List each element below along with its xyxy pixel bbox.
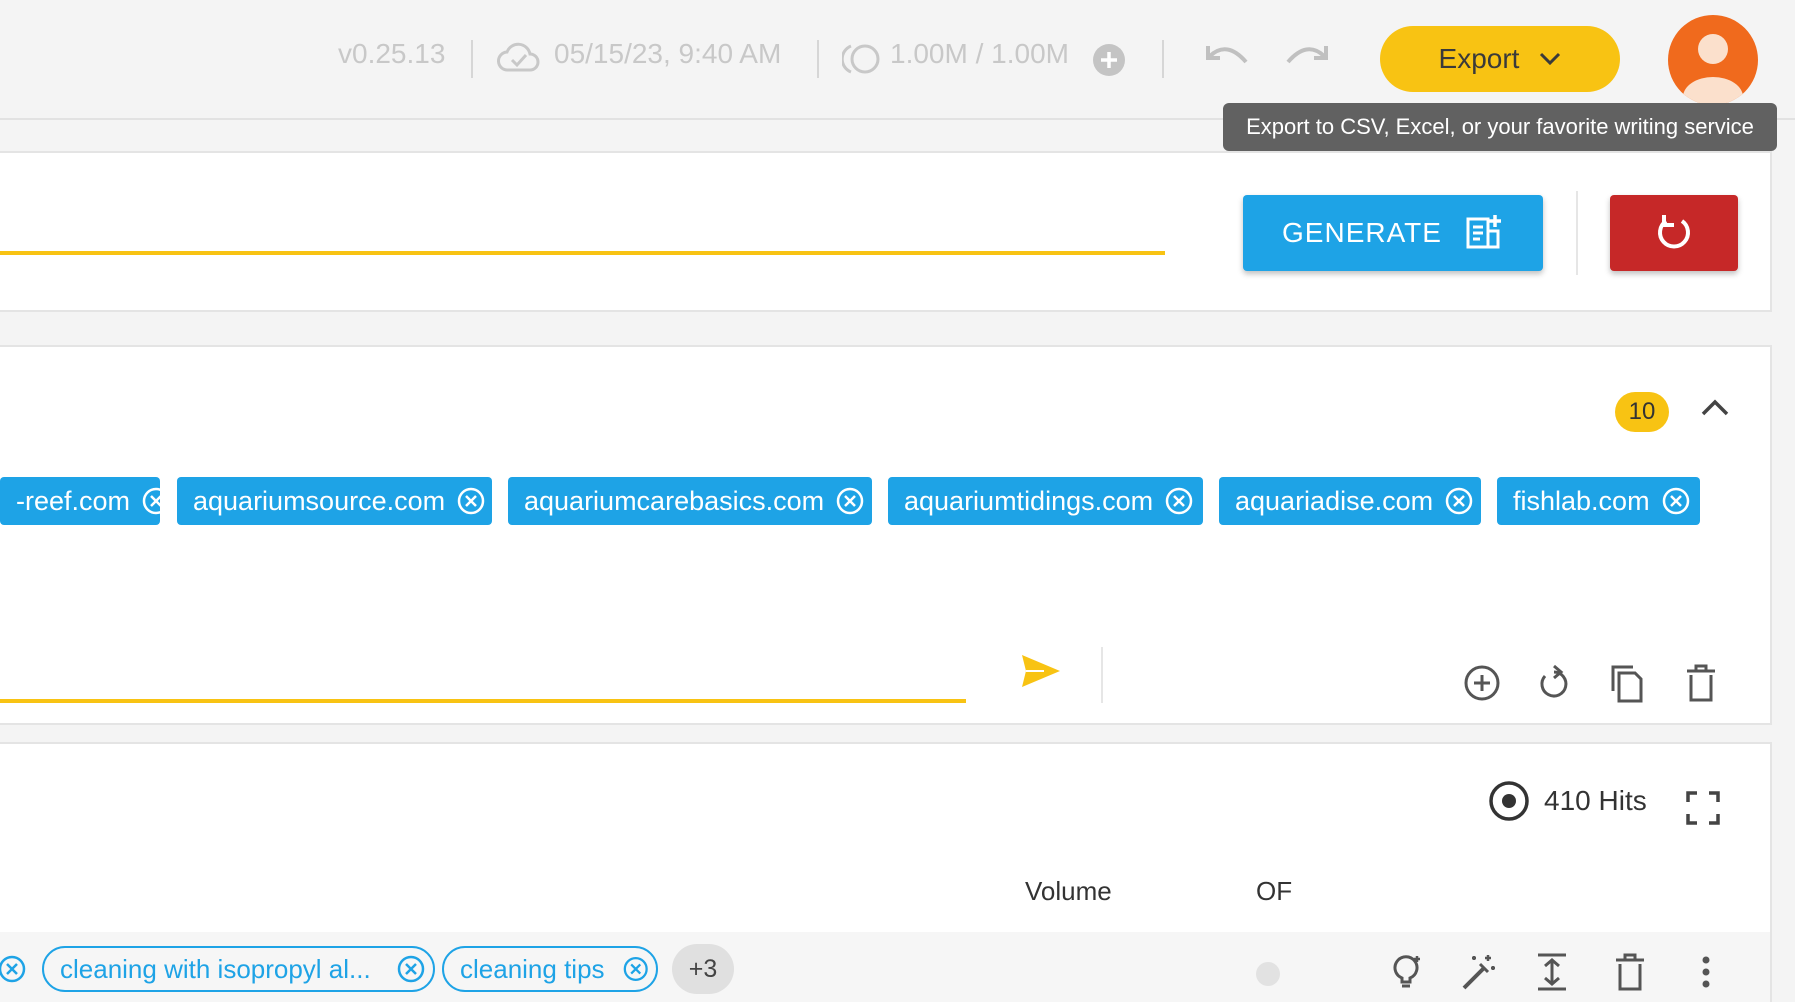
copy-icon[interactable]: [1604, 661, 1648, 705]
add-circle-icon[interactable]: [1460, 661, 1504, 705]
note-add-icon: [1464, 213, 1504, 253]
close-circle-icon[interactable]: [623, 955, 648, 983]
plus-circle-icon[interactable]: [1092, 43, 1126, 77]
reset-button[interactable]: [1610, 195, 1738, 271]
magic-wand-icon[interactable]: [1456, 950, 1500, 994]
target-icon: [1489, 781, 1529, 821]
chevron-up-icon[interactable]: [1700, 397, 1730, 417]
close-circle-icon[interactable]: [142, 487, 160, 515]
close-circle-icon[interactable]: [457, 487, 485, 515]
saved-time: 05/15/23, 9:40 AM: [554, 38, 782, 69]
chevron-down-icon: [1539, 52, 1561, 66]
send-icon[interactable]: [1020, 653, 1062, 689]
lightbulb-icon[interactable]: [1384, 950, 1428, 994]
keyword-chip-label: cleaning with isopropyl al...: [60, 953, 371, 984]
generate-panel: GENERATE: [0, 151, 1772, 312]
version-label: v0.25.13: [338, 38, 446, 69]
credits-label: 1.00M / 1.00M: [890, 38, 1069, 69]
status-dot: [1256, 962, 1280, 986]
generate-button[interactable]: GENERATE: [1243, 195, 1543, 271]
domain-chip-label: -reef.com: [16, 485, 131, 516]
close-circle-icon[interactable]: [836, 487, 864, 515]
domain-chip-label: aquariadise.com: [1235, 485, 1434, 516]
domain-chip-label: aquariumcarebasics.com: [524, 485, 825, 516]
divider: [1162, 40, 1164, 78]
fullscreen-icon[interactable]: [1681, 786, 1725, 830]
hits-label: 410 Hits: [1544, 785, 1647, 816]
close-circle-icon[interactable]: [1445, 487, 1473, 515]
table-row[interactable]: cleaning with isopropyl al... cleaning t…: [0, 932, 1770, 1002]
domain-chip-label: fishlab.com: [1513, 485, 1650, 516]
redo-icon[interactable]: [1284, 42, 1330, 70]
domain-chip[interactable]: fishlab.com: [1497, 477, 1700, 525]
domain-chip[interactable]: -reef.com: [0, 477, 160, 525]
reset-icon: [1654, 213, 1694, 253]
domain-chip[interactable]: aquariumsource.com: [177, 477, 492, 525]
domain-chip-label: aquariumsource.com: [193, 485, 446, 516]
column-header-volume[interactable]: Volume: [1025, 876, 1112, 907]
more-vert-icon[interactable]: [1684, 950, 1728, 994]
column-header-of[interactable]: OF: [1256, 876, 1292, 907]
undo-icon[interactable]: [1204, 42, 1250, 70]
results-panel: 410 Hits Volume OF cleaning with isoprop…: [0, 742, 1772, 1002]
top-bar: v0.25.13 05/15/23, 9:40 AM 1.00M / 1.00M…: [0, 0, 1795, 120]
divider: [1101, 647, 1103, 703]
domain-chip[interactable]: aquariumtidings.com: [888, 477, 1203, 525]
delete-icon[interactable]: [1608, 950, 1652, 994]
expand-vertical-icon[interactable]: [1530, 950, 1574, 994]
close-circle-icon[interactable]: [1165, 487, 1193, 515]
divider: [1576, 191, 1578, 275]
cloud-icon: [496, 40, 540, 74]
generate-label: GENERATE: [1282, 217, 1442, 248]
keyword-chip[interactable]: cleaning tips: [442, 946, 658, 992]
credits-icon: [842, 42, 882, 76]
keyword-chip[interactable]: cleaning with isopropyl al...: [42, 946, 435, 992]
hits-counter: 410 Hits: [1488, 780, 1647, 822]
avatar[interactable]: [1668, 15, 1758, 105]
divider: [817, 40, 819, 78]
close-circle-icon[interactable]: [0, 955, 26, 983]
close-circle-icon[interactable]: [397, 955, 425, 983]
delete-icon[interactable]: [1679, 661, 1723, 705]
domain-count-badge: 10: [1615, 392, 1669, 432]
input-underline: [0, 251, 1165, 255]
export-label: Export: [1438, 43, 1520, 74]
keyword-chip-label: cleaning tips: [460, 953, 605, 984]
domain-chip[interactable]: aquariumcarebasics.com: [508, 477, 872, 525]
export-button[interactable]: Export: [1380, 26, 1620, 92]
domain-chip[interactable]: aquariadise.com: [1219, 477, 1481, 525]
more-tags-chip[interactable]: +3: [672, 944, 734, 994]
domains-panel: 10 -reef.com aquariumsource.com aquarium…: [0, 345, 1772, 725]
refresh-icon[interactable]: [1532, 661, 1576, 705]
domain-input-underline: [0, 699, 966, 703]
domain-chip-label: aquariumtidings.com: [904, 485, 1154, 516]
user-icon: [1683, 34, 1743, 105]
divider: [471, 40, 473, 78]
close-circle-icon[interactable]: [1662, 487, 1690, 515]
export-tooltip: Export to CSV, Excel, or your favorite w…: [1223, 103, 1777, 151]
